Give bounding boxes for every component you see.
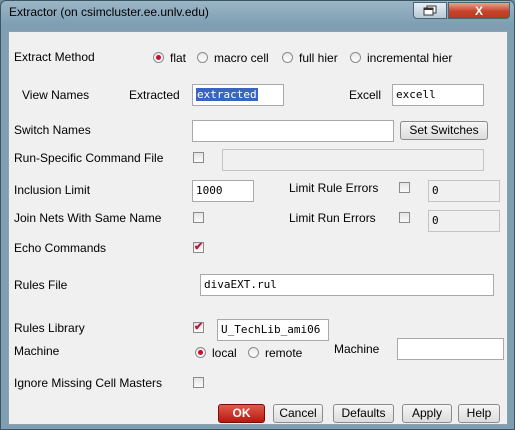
rules-library-value: U_TechLib_ami06 — [221, 323, 321, 336]
radio-remote[interactable] — [248, 347, 259, 358]
inclusion-limit-input[interactable]: 1000 — [192, 180, 254, 202]
view-names-label: View Names — [22, 88, 90, 102]
excell-view-input[interactable]: excell — [392, 84, 484, 106]
radio-remote-label[interactable]: remote — [265, 346, 302, 360]
window-title: Extractor (on csimcluster.ee.unlv.edu) — [9, 5, 209, 19]
excell-label: Excell — [349, 88, 382, 102]
limit-rule-errors-input[interactable]: 0 — [428, 180, 500, 202]
rules-file-label: Rules File — [14, 278, 68, 292]
extracted-label: Extracted — [129, 88, 180, 102]
check-icon: ✔ — [194, 241, 204, 253]
limit-rule-errors-value: 0 — [432, 184, 439, 197]
machine-name-input[interactable] — [397, 338, 504, 360]
help-button[interactable]: Help — [458, 404, 500, 423]
run-specific-checkbox[interactable] — [193, 152, 204, 163]
limit-rule-errors-label: Limit Rule Errors — [289, 181, 379, 195]
limit-run-errors-input[interactable]: 0 — [428, 210, 500, 232]
limit-run-errors-value: 0 — [432, 214, 439, 227]
radio-macro-cell[interactable] — [197, 52, 208, 63]
ignore-missing-checkbox[interactable] — [193, 377, 204, 388]
radio-full-hier[interactable] — [282, 52, 293, 63]
switch-names-label: Switch Names — [14, 123, 91, 137]
limit-run-errors-checkbox[interactable] — [399, 212, 410, 223]
limit-rule-errors-checkbox[interactable] — [399, 182, 410, 193]
inclusion-limit-value: 1000 — [196, 184, 223, 197]
join-nets-label: Join Nets With Same Name — [14, 211, 162, 225]
inclusion-limit-label: Inclusion Limit — [14, 183, 91, 197]
radio-flat[interactable] — [153, 52, 164, 63]
extracted-view-value: extracted — [196, 88, 258, 101]
extracted-view-input[interactable]: extracted — [192, 84, 284, 106]
limit-run-errors-label: Limit Run Errors — [289, 211, 376, 225]
radio-macro-cell-label[interactable]: macro cell — [214, 51, 269, 65]
radio-full-hier-label[interactable]: full hier — [299, 51, 338, 65]
echo-commands-checkbox[interactable]: ✔ — [193, 242, 204, 253]
join-nets-checkbox[interactable] — [193, 212, 204, 223]
rules-library-label: Rules Library — [14, 321, 85, 335]
title-bar[interactable]: Extractor (on csimcluster.ee.unlv.edu) X — [1, 1, 514, 25]
cancel-button[interactable]: Cancel — [273, 404, 323, 423]
defaults-button[interactable]: Defaults — [333, 404, 394, 423]
close-icon: X — [474, 3, 483, 18]
apply-button[interactable]: Apply — [402, 404, 452, 423]
radio-local-label[interactable]: local — [212, 346, 237, 360]
radio-incremental-hier[interactable] — [350, 52, 361, 63]
rules-file-value: divaEXT.rul — [204, 278, 277, 291]
run-specific-label: Run-Specific Command File — [14, 151, 164, 165]
ok-button[interactable]: OK — [218, 404, 265, 423]
dialog-body: Extract Method flat macro cell full hier… — [8, 31, 508, 425]
check-icon: ✔ — [194, 321, 204, 333]
rules-library-checkbox[interactable]: ✔ — [193, 322, 204, 333]
extractor-window: Extractor (on csimcluster.ee.unlv.edu) X… — [0, 0, 515, 430]
restore-button[interactable] — [413, 2, 447, 19]
restore-icon — [423, 5, 437, 16]
rules-file-input[interactable]: divaEXT.rul — [200, 274, 494, 296]
run-specific-input[interactable] — [222, 149, 484, 171]
rules-library-input[interactable]: U_TechLib_ami06 — [217, 319, 329, 341]
radio-local[interactable] — [195, 347, 206, 358]
close-button[interactable]: X — [448, 2, 510, 19]
ignore-missing-label: Ignore Missing Cell Masters — [14, 376, 163, 390]
excell-view-value: excell — [396, 88, 436, 101]
extract-method-label: Extract Method — [14, 50, 95, 64]
radio-incremental-hier-label[interactable]: incremental hier — [367, 51, 452, 65]
set-switches-button[interactable]: Set Switches — [400, 121, 488, 140]
radio-flat-label[interactable]: flat — [170, 51, 186, 65]
machine-name-label: Machine — [334, 342, 380, 356]
machine-label: Machine — [14, 344, 60, 358]
echo-commands-label: Echo Commands — [14, 241, 107, 255]
switch-names-input[interactable] — [192, 120, 394, 142]
